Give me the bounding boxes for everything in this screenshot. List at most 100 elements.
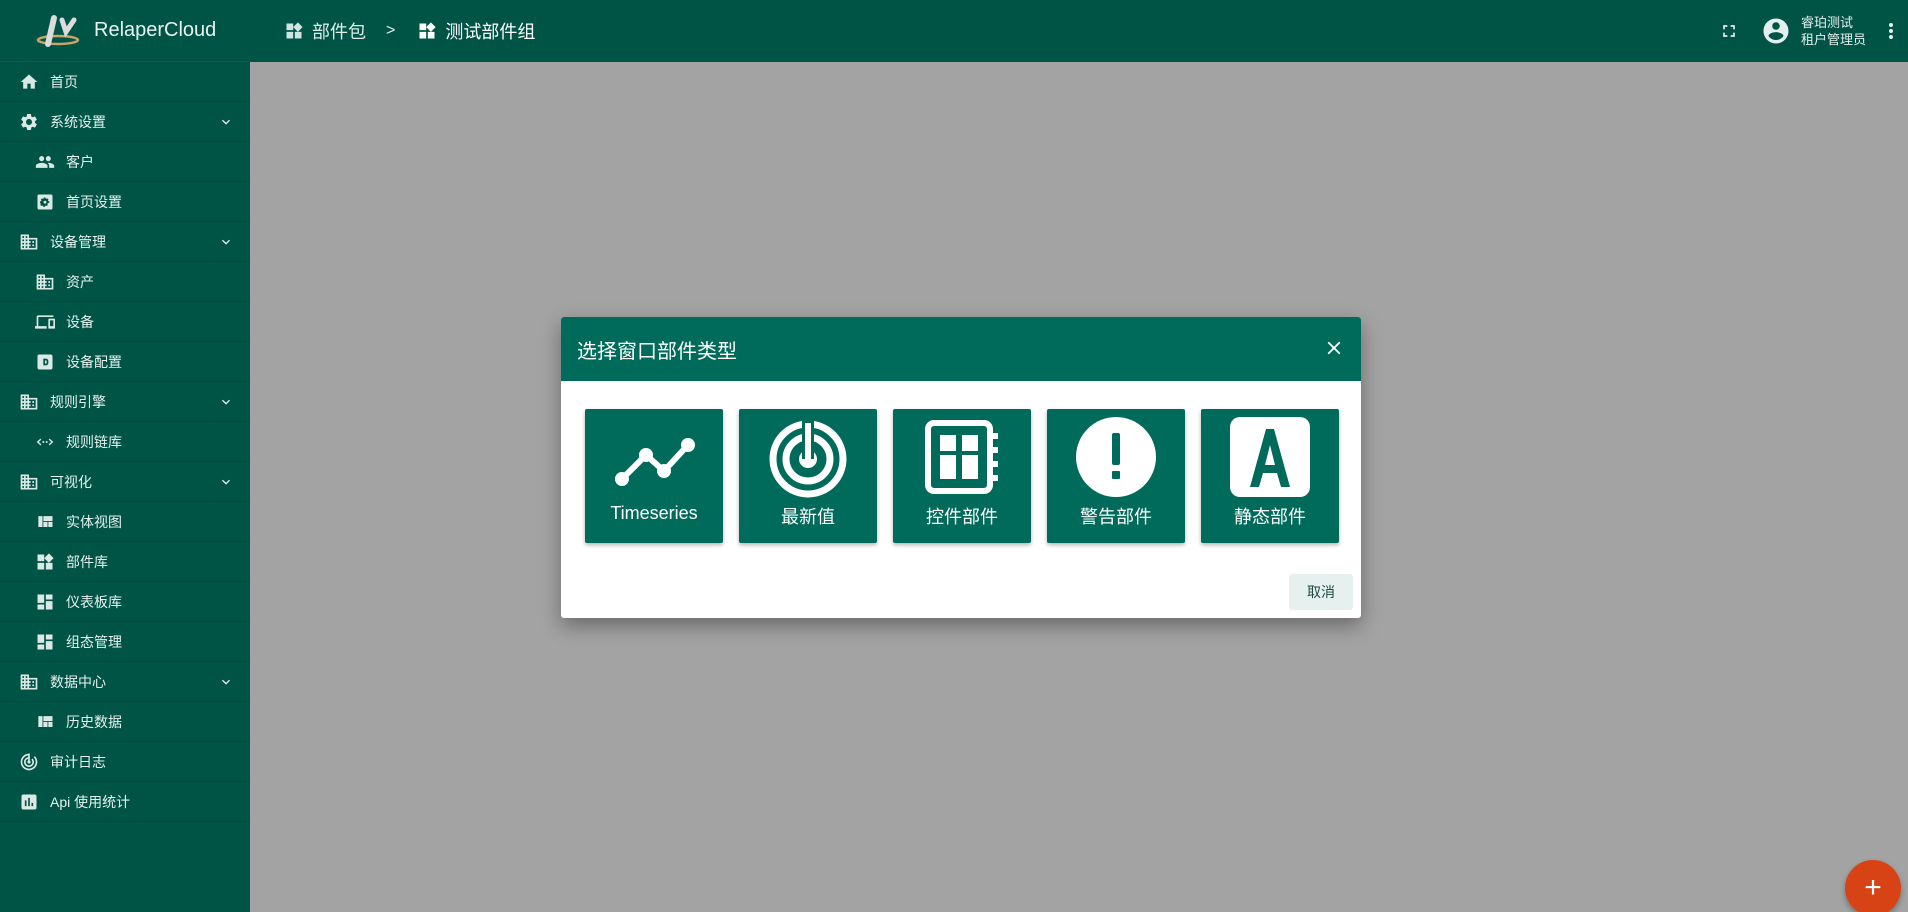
header-actions: 睿珀测试 租户管理员	[1719, 0, 1908, 62]
track-changes-icon	[18, 752, 40, 772]
sidebar-item-label: 设备管理	[50, 233, 106, 250]
sidebar-item-10[interactable]: 可视化	[0, 462, 250, 502]
widgets-icon	[286, 22, 303, 39]
widgets-icon	[419, 22, 436, 39]
sidebar-item-8[interactable]: 规则引擎	[0, 382, 250, 422]
tile-static-widget[interactable]: 静态部件	[1201, 409, 1339, 543]
sidebar-item-1[interactable]: 系统设置	[0, 102, 250, 142]
gear-icon	[18, 112, 40, 132]
sidebar-item-7[interactable]: 设备配置	[0, 342, 250, 382]
chevron-down-icon[interactable]	[218, 234, 234, 250]
tile-label: 最新值	[781, 507, 835, 527]
logo-mark-icon	[36, 14, 82, 48]
account-circle-icon[interactable]	[1761, 16, 1791, 46]
tile-label: 警告部件	[1080, 507, 1152, 527]
sidebar-item-0[interactable]: 首页	[0, 62, 250, 102]
sidebar-item-5[interactable]: 资产	[0, 262, 250, 302]
user-name: 睿珀测试	[1800, 15, 1853, 30]
dialog-header: 选择窗口部件类型	[561, 317, 1361, 381]
chevron-down-icon[interactable]	[218, 474, 234, 490]
sidebar-item-9[interactable]: 规则链库	[0, 422, 250, 462]
user-role: 租户管理员	[1800, 32, 1866, 47]
sidebar-item-18[interactable]: Api 使用统计	[0, 782, 250, 822]
tile-latest-value[interactable]: 最新值	[739, 409, 877, 543]
tile-rpc-widget[interactable]: 控件部件	[893, 409, 1031, 543]
building-icon	[18, 472, 40, 492]
sidebar-item-17[interactable]: 审计日志	[0, 742, 250, 782]
widgets-icon	[34, 552, 56, 572]
select-widget-type-dialog: 选择窗口部件类型 Timeseries 最新值 控件部件 警告部件 静态部件 取…	[561, 317, 1361, 618]
building-icon	[34, 272, 56, 292]
dashboard-icon	[34, 632, 56, 652]
sidebar-item-12[interactable]: 部件库	[0, 542, 250, 582]
sidebar-item-label: 历史数据	[66, 713, 122, 730]
breadcrumb-separator: >	[386, 22, 396, 39]
breadcrumb: 部件包 > 测试部件组	[284, 18, 535, 44]
sidebar-item-label: 首页	[50, 73, 78, 90]
code-arrows-icon	[34, 432, 56, 452]
sidebar-item-label: 仪表板库	[66, 593, 122, 610]
chevron-down-icon[interactable]	[218, 114, 234, 130]
bar-chart-icon	[18, 792, 40, 812]
tile-label: 控件部件	[926, 507, 998, 527]
app-name: RelaperCloud	[94, 19, 217, 41]
sidebar-item-14[interactable]: 组态管理	[0, 622, 250, 662]
home-icon	[18, 72, 40, 92]
settings-box-icon	[34, 192, 56, 212]
sidebar-item-4[interactable]: 设备管理	[0, 222, 250, 262]
breadcrumb-label: 测试部件组	[445, 22, 536, 42]
dialog-actions: 取消	[1289, 574, 1353, 610]
latest-value-icon	[769, 419, 847, 498]
breadcrumb-item-current: 测试部件组	[417, 18, 535, 44]
sidebar-item-label: 部件库	[66, 553, 108, 570]
top-bar: 部件包 > 测试部件组 睿珀测试 租户管理员	[250, 0, 1908, 62]
sidebar-item-label: 客户	[66, 153, 94, 170]
app-logo[interactable]: RelaperCloud	[0, 0, 250, 62]
device-profile-icon	[34, 352, 56, 372]
more-vert-icon[interactable]	[1886, 21, 1896, 41]
sidebar-item-label: 实体视图	[66, 513, 122, 530]
building-icon	[18, 392, 40, 412]
sidebar-item-16[interactable]: 历史数据	[0, 702, 250, 742]
sidebar-item-label: 规则链库	[66, 433, 122, 450]
sidebar-item-label: 可视化	[50, 473, 92, 490]
sidebar-item-label: 组态管理	[66, 633, 122, 650]
tile-label: 静态部件	[1234, 507, 1306, 527]
view-quilt-icon	[34, 512, 56, 532]
alarm-icon	[1076, 417, 1156, 497]
tile-label: Timeseries	[610, 503, 698, 523]
chevron-down-icon[interactable]	[218, 674, 234, 690]
sidebar-item-3[interactable]: 首页设置	[0, 182, 250, 222]
sidebar-menu: 首页系统设置客户首页设置设备管理资产设备设备配置规则引擎规则链库可视化实体视图部…	[0, 62, 250, 822]
view-quilt-icon	[34, 712, 56, 732]
sidebar-item-label: Api 使用统计	[50, 793, 131, 810]
sidebar-item-label: 审计日志	[50, 753, 106, 770]
sidebar-item-13[interactable]: 仪表板库	[0, 582, 250, 622]
rpc-widget-icon	[925, 420, 998, 494]
tile-alarm-widget[interactable]: 警告部件	[1047, 409, 1185, 543]
building-icon	[18, 232, 40, 252]
breadcrumb-label: 部件包	[312, 22, 366, 42]
chevron-down-icon[interactable]	[218, 394, 234, 410]
sidebar-item-label: 设备配置	[66, 353, 122, 370]
add-widget-fab[interactable]: +	[1845, 860, 1901, 912]
sidebar-item-15[interactable]: 数据中心	[0, 662, 250, 702]
fullscreen-icon[interactable]	[1719, 21, 1739, 41]
sidebar-item-label: 首页设置	[66, 193, 122, 210]
sidebar-item-11[interactable]: 实体视图	[0, 502, 250, 542]
sidebar-item-2[interactable]: 客户	[0, 142, 250, 182]
sidebar-item-label: 资产	[66, 273, 94, 290]
widget-type-tiles: Timeseries 最新值 控件部件 警告部件 静态部件	[561, 381, 1361, 543]
user-info[interactable]: 睿珀测试 租户管理员	[1801, 14, 1866, 48]
close-icon[interactable]	[1323, 337, 1345, 359]
sidebar-item-6[interactable]: 设备	[0, 302, 250, 342]
dashboard-icon	[34, 592, 56, 612]
sidebar-item-label: 设备	[66, 313, 94, 330]
static-icon	[1230, 417, 1310, 497]
sidebar: RelaperCloud 首页系统设置客户首页设置设备管理资产设备设备配置规则引…	[0, 0, 250, 912]
cancel-button[interactable]: 取消	[1289, 574, 1353, 610]
breadcrumb-item-widgets-bundle[interactable]: 部件包	[284, 18, 366, 44]
sidebar-item-label: 数据中心	[50, 673, 106, 690]
tile-timeseries[interactable]: Timeseries	[585, 409, 723, 543]
fab-plus: +	[1864, 871, 1882, 904]
